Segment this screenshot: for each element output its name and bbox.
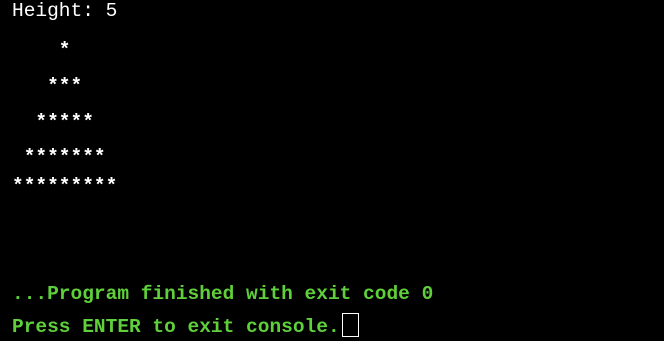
pyramid-row-4: ******* xyxy=(12,146,106,168)
pyramid-row-2: *** xyxy=(12,75,83,97)
pyramid-row-3: ***** xyxy=(12,111,94,133)
text-cursor[interactable] xyxy=(341,313,359,337)
pyramid-row-5: ********* xyxy=(12,175,118,197)
exit-prompt-text: Press ENTER to exit console. xyxy=(12,316,340,338)
console-window[interactable]: Height: 5 * *** ***** ******* ********* … xyxy=(0,0,664,341)
exit-prompt-line: Press ENTER to exit console. xyxy=(12,313,359,338)
program-finished-message: ...Program finished with exit code 0 xyxy=(12,283,434,305)
pyramid-row-1: * xyxy=(12,39,71,61)
height-prompt-line: Height: 5 xyxy=(12,0,118,22)
